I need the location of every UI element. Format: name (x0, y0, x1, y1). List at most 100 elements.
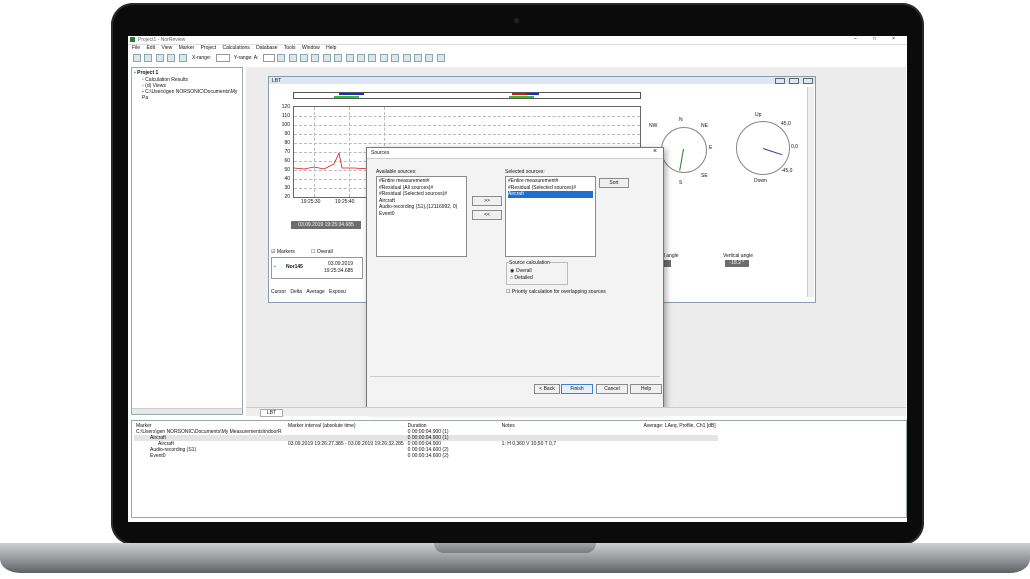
bottom-tabs: Cursor Delta Average Exposu (271, 289, 346, 295)
workspace: LBT 120 110 100 90 80 70 60 50 40 30 20 … (246, 67, 906, 413)
export-icon[interactable] (425, 54, 434, 62)
doc-scrollbar[interactable] (807, 87, 814, 297)
copy-icon[interactable] (167, 54, 176, 62)
xrange-select[interactable] (215, 54, 230, 62)
compass-n: N (679, 117, 683, 123)
overview-mark-green-2 (509, 96, 534, 98)
overview-mark-blue-2 (527, 93, 539, 95)
bar-chart-icon[interactable] (288, 54, 297, 62)
chart-icon[interactable] (277, 54, 286, 62)
compass-needle (679, 148, 684, 171)
doc-titlebar: LBT (269, 77, 815, 84)
list-item[interactable]: Event0 (379, 211, 464, 218)
sort-button[interactable]: Sort (599, 178, 629, 188)
instrument-date: 03.09.2019 (328, 261, 354, 267)
settings-icon[interactable] (436, 54, 445, 62)
menu-help[interactable]: Help (326, 45, 336, 51)
tab-exposure[interactable]: Exposu (329, 289, 346, 295)
menu-window[interactable]: Window (302, 45, 320, 51)
dial-tick-0: 0,0 (791, 144, 798, 150)
close-button[interactable]: × (892, 36, 895, 42)
detailed-radio[interactable]: ○ Detailed (510, 275, 533, 281)
help-button[interactable]: Help (630, 384, 662, 394)
graph-icon[interactable] (300, 54, 309, 62)
doc-minimize-button[interactable] (775, 78, 785, 84)
doc-close-button[interactable] (803, 78, 813, 84)
tree-item-path[interactable]: ▪ C:\Users\gen NORSONIC\Documents\My Pa (142, 89, 242, 101)
instrument-panel: ▪ Nor145 03.09.2019 19:25:34.685 (271, 257, 363, 279)
menu-file[interactable]: File (132, 45, 140, 51)
open-icon[interactable] (144, 54, 153, 62)
toolbar: X-range: Y-range: A: (132, 54, 902, 63)
app-logo-icon (130, 37, 135, 42)
zoom-in-icon[interactable] (345, 54, 354, 62)
dial-tick-45: 45,0 (781, 121, 791, 127)
available-list[interactable]: #Entire measurement# #Residual (All sour… (376, 176, 467, 257)
zoom-fit-icon[interactable] (368, 54, 377, 62)
tree-scrollbar[interactable] (132, 408, 242, 414)
marker-table: Marker Marker interval (absolute time) D… (134, 423, 718, 459)
save-icon[interactable] (155, 54, 164, 62)
overview-bar[interactable] (293, 92, 641, 99)
text-icon[interactable] (413, 54, 422, 62)
dial-up: Up (755, 112, 762, 118)
remove-source-button[interactable]: << (472, 210, 502, 220)
table-row[interactable]: Event0 0 00:00:14.600 (2) (134, 453, 718, 459)
priority-checkbox[interactable]: ☐ Priority calculation for overlapping s… (506, 289, 606, 295)
dial-tick-neg45: -45,0 (781, 168, 793, 174)
menu-view[interactable]: View (161, 45, 172, 51)
add-source-button[interactable]: >> (472, 196, 502, 206)
available-label: Available sources: (376, 169, 417, 175)
menu-edit[interactable]: Edit (146, 45, 155, 51)
tab-cursor[interactable]: Cursor (271, 289, 286, 295)
doc-maximize-button[interactable] (789, 78, 799, 84)
cancel-button[interactable]: Cancel (596, 384, 628, 394)
tab-average[interactable]: Average (306, 289, 325, 295)
yrange-select[interactable] (262, 54, 275, 62)
column-header[interactable]: Average: LAeq, Profile, Ch1 [dB] (634, 423, 718, 429)
menu-calculations[interactable]: Calculations (223, 45, 250, 51)
menu-marker[interactable]: Marker (179, 45, 195, 51)
source-calc-group: Source calculation ◉ Overall ○ Detailed (506, 260, 568, 285)
marker-icon[interactable] (391, 54, 400, 62)
y-axis: 120 110 100 90 80 70 60 50 40 30 20 (272, 104, 290, 204)
y-tick: 70 (284, 149, 290, 155)
overview-mark-blue (339, 93, 364, 95)
overall-radio[interactable]: ◉ Overall (510, 268, 532, 274)
back-button[interactable]: < Back (534, 384, 560, 394)
dialog-title: Sources (371, 150, 390, 156)
tab-delta[interactable]: Delta (290, 289, 302, 295)
dialog-close-icon[interactable]: × (653, 148, 657, 155)
menu-bar: File Edit View Marker Project Calculatio… (132, 45, 341, 52)
list-item-selected[interactable]: Aircraft (508, 191, 593, 198)
menu-tools[interactable]: Tools (284, 45, 296, 51)
table-icon[interactable] (311, 54, 320, 62)
compass-se: SE (701, 173, 708, 179)
vertical-needle (762, 148, 783, 156)
list-icon[interactable] (322, 54, 331, 62)
xrange-label: X-range: (191, 55, 212, 62)
new-icon[interactable] (133, 54, 141, 62)
maximize-button[interactable]: □ (873, 36, 876, 42)
paste-icon[interactable] (178, 54, 187, 62)
overall-checkbox[interactable]: ☐ Overall (311, 249, 333, 255)
zoom-out-icon[interactable] (357, 54, 365, 62)
menu-project[interactable]: Project (201, 45, 217, 51)
doc-title: LBT (272, 78, 282, 84)
tree-root[interactable]: Project 1 (137, 70, 158, 76)
source-calc-label: Source calculation (509, 260, 550, 266)
selected-list[interactable]: #Entire measurement# #Residual (Selected… (505, 176, 596, 257)
grid-icon[interactable] (334, 54, 343, 62)
dial-down: Down (754, 178, 767, 184)
zoom-range-icon[interactable] (379, 54, 388, 62)
markers-checkbox[interactable]: ☑ Markers (271, 249, 295, 255)
menu-database[interactable]: Database (256, 45, 277, 51)
minimize-button[interactable]: – (854, 36, 857, 42)
list-item[interactable]: Audio-recording (S1),(12116992, 0) (379, 204, 464, 211)
y-tick: 40 (284, 176, 290, 182)
tab-lbt[interactable]: LBT (260, 409, 284, 417)
finish-button[interactable]: Finish (561, 384, 593, 394)
marker-table-panel: Marker Marker interval (absolute time) D… (131, 420, 907, 518)
dialog-divider (370, 376, 660, 377)
cursor-icon[interactable] (402, 54, 411, 62)
